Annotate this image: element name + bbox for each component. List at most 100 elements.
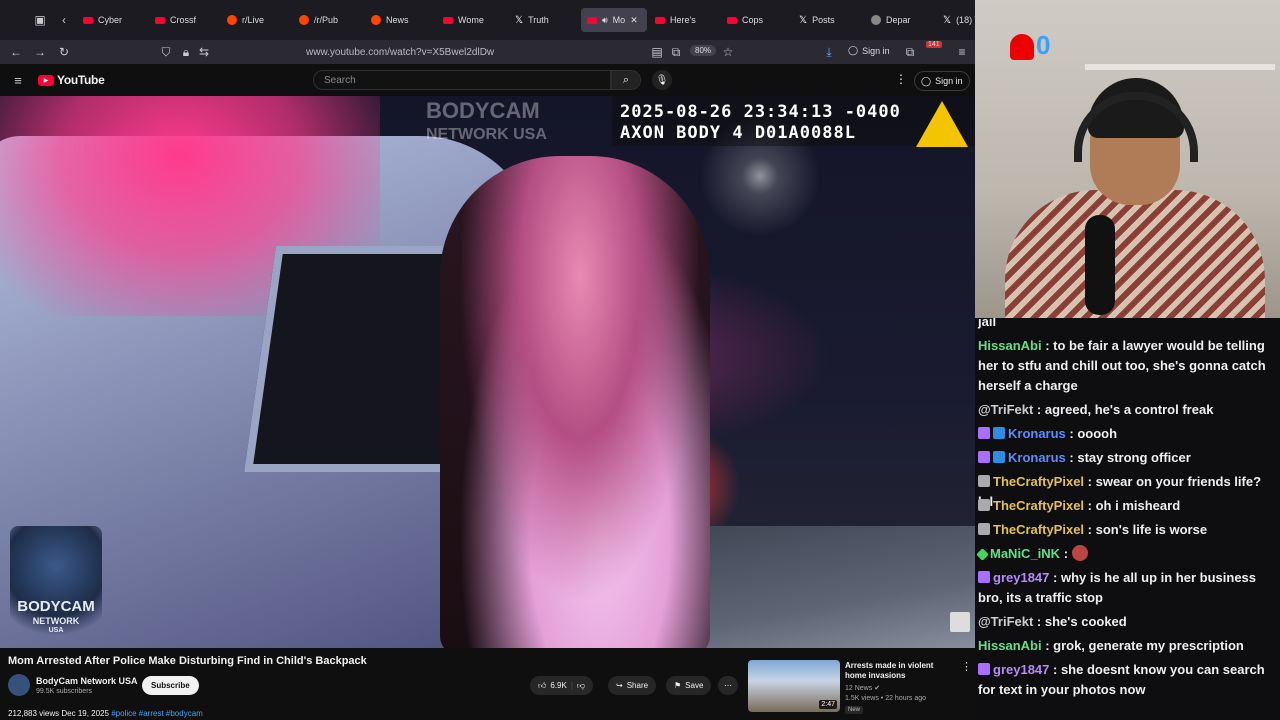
browser-tab[interactable]: Cops — [721, 8, 791, 32]
chat-username[interactable]: TheCraftyPixel — [993, 498, 1084, 513]
browser-tab[interactable]: /r/Pub — [293, 8, 363, 32]
browser-tab[interactable]: Crossf — [149, 8, 219, 32]
browser-tab-label: News — [386, 15, 409, 25]
share-button[interactable]: ↪ Share — [608, 676, 657, 695]
forward-icon[interactable]: → — [28, 45, 52, 59]
youtube-wordmark: YouTube — [57, 73, 105, 87]
browser-tab[interactable]: 𝕏 Posts — [793, 8, 863, 32]
browser-tab[interactable]: Cyber — [77, 8, 147, 32]
video-player[interactable]: BODYCAM NETWORK USA 2025-08-26 23:34:13 … — [0, 96, 975, 648]
chat-username[interactable]: Kronarus — [1008, 450, 1066, 465]
menu-icon[interactable]: ≡ — [950, 45, 974, 59]
chat-username[interactable]: TheCraftyPixel — [993, 522, 1084, 537]
save-button[interactable]: ⚑ Save — [666, 676, 712, 695]
chat-username[interactable]: @TriFekt — [978, 614, 1033, 629]
bookmark-star-icon[interactable]: ☆ — [716, 45, 740, 59]
channel-name[interactable]: BodyCam Network USA — [36, 676, 138, 686]
extensions-icon[interactable]: ⧉ — [898, 45, 922, 60]
chat-username[interactable]: HissanAbi — [978, 638, 1042, 653]
browser-tab[interactable]: Here's — [649, 8, 719, 32]
voice-search-button[interactable]: 🎙︎ — [652, 70, 672, 90]
chat-username[interactable]: MaNiC_iNK — [990, 546, 1060, 561]
subscribe-button[interactable]: Subscribe — [142, 676, 199, 695]
chat-username[interactable]: grey1847 — [993, 570, 1049, 585]
download-icon[interactable]: ⤓ — [817, 45, 841, 60]
channel-branding-icon[interactable] — [950, 612, 970, 632]
watermark-line1: BODYCAM — [426, 98, 540, 123]
more-options-icon[interactable]: ⋮ — [895, 72, 907, 86]
recommended-duration: 2:47 — [819, 700, 837, 709]
thumbs-down-icon[interactable]: 👎︎ — [577, 681, 585, 691]
audio-playing-icon[interactable]: 🔊︎ — [602, 15, 608, 26]
close-tab-icon[interactable]: ✕ — [630, 15, 638, 26]
chat-username[interactable]: Kronarus — [1008, 426, 1066, 441]
tab-overview-icon[interactable]: ▣ — [28, 13, 52, 27]
live-chat: jail HissanAbi : to be fair a lawyer woul… — [975, 318, 1280, 720]
hashtags[interactable]: #police #arrest #bodycam — [111, 709, 203, 718]
browser-tab-label: Here's — [670, 15, 696, 25]
search-icon: ⌕ — [622, 73, 630, 86]
chat-text: son's life is worse — [1095, 522, 1208, 537]
like-button[interactable]: 👍︎ 6.9K | 👎︎ — [530, 676, 594, 695]
channel-avatar[interactable] — [8, 674, 30, 696]
search-button[interactable]: ⌕ — [611, 70, 641, 90]
chat-badge-sub-icon — [978, 571, 990, 583]
chat-text: ooooh — [1077, 426, 1118, 441]
views-and-date: 212,883 views Dec 19, 2025 — [8, 709, 109, 718]
account-signin-button[interactable]: ◯ Sign in — [848, 45, 890, 56]
browser-tab[interactable]: News — [365, 8, 435, 32]
chat-badge-vip-icon — [978, 475, 990, 487]
back-icon[interactable]: ← — [4, 45, 28, 59]
description-snippet[interactable]: 212,883 views Dec 19, 2025 #police #arre… — [8, 709, 203, 718]
search-input[interactable]: Search — [313, 70, 611, 90]
reload-icon[interactable]: ↻ — [52, 45, 76, 59]
more-actions-button[interactable]: ⋯ — [718, 676, 738, 695]
browser-tab[interactable]: 🔊︎ Mo ✕ — [581, 8, 647, 32]
youtube-favicon-icon — [727, 16, 737, 24]
browser-tab[interactable]: 𝕏 Truth — [509, 8, 579, 32]
youtube-play-icon: ▶ — [38, 74, 54, 86]
site-favicon-icon — [871, 15, 881, 25]
browser-tab[interactable]: Wome — [437, 8, 507, 32]
x-favicon-icon: 𝕏 — [943, 14, 952, 26]
browser-tab[interactable]: r/Live — [221, 8, 291, 32]
recommended-title[interactable]: Arrests made in violent home invasions — [845, 661, 955, 681]
hamburger-menu-icon[interactable]: ≡ — [6, 73, 30, 88]
studio-microphone — [1085, 215, 1115, 315]
bookmark-icon: ⚑ — [674, 681, 682, 690]
chat-message: Kronarus : stay strong officer — [978, 448, 1278, 468]
browser-tab-label: r/Live — [242, 15, 265, 25]
chat-username[interactable]: @TriFekt — [978, 402, 1033, 417]
chat-username[interactable]: TheCraftyPixel — [993, 474, 1084, 489]
viewer-icon — [1010, 34, 1034, 60]
permissions-icon[interactable]: ⇆ — [192, 45, 216, 59]
recommended-thumbnail[interactable]: 2:47 — [748, 660, 840, 712]
browser-tab[interactable]: 𝕏 (18) T — [937, 8, 975, 32]
extension-badge[interactable]: 141 — [926, 41, 942, 48]
chat-username[interactable]: grey1847 — [993, 662, 1049, 677]
user-circle-icon: ◯ — [921, 75, 932, 86]
chat-username[interactable]: HissanAbi — [978, 338, 1042, 353]
browser-tab-label: Mo — [612, 15, 626, 25]
zoom-level[interactable]: 80% — [690, 45, 717, 56]
tabs-scroll-left-icon[interactable]: ‹ — [52, 13, 76, 27]
recommended-more-icon[interactable]: ⋮ — [961, 660, 972, 673]
youtube-signin-button[interactable]: ◯ Sign in — [914, 71, 970, 91]
account-signin-label: Sign in — [862, 45, 890, 56]
chat-text: grok, generate my prescription — [1053, 638, 1244, 653]
youtube-logo[interactable]: ▶ YouTube — [38, 73, 105, 87]
pip-icon[interactable]: ⧉ — [664, 45, 688, 60]
viewer-count: 0 — [1036, 30, 1051, 60]
browser-tab[interactable]: Depar — [865, 8, 935, 32]
share-label: Share — [626, 681, 649, 690]
x-favicon-icon: 𝕏 — [799, 14, 808, 26]
chat-badge-vip-icon — [978, 499, 990, 511]
chat-text: she's cooked — [1044, 614, 1127, 629]
chat-badge-prime-icon — [993, 451, 1005, 463]
thumbs-up-icon: 👍︎ — [538, 680, 547, 690]
person-figure — [440, 156, 710, 648]
account-icon: ◯ — [848, 45, 859, 55]
reddit-favicon-icon — [299, 15, 309, 25]
chat-emote-icon — [1071, 545, 1088, 561]
chat-message: HissanAbi : grok, generate my prescripti… — [978, 636, 1278, 656]
